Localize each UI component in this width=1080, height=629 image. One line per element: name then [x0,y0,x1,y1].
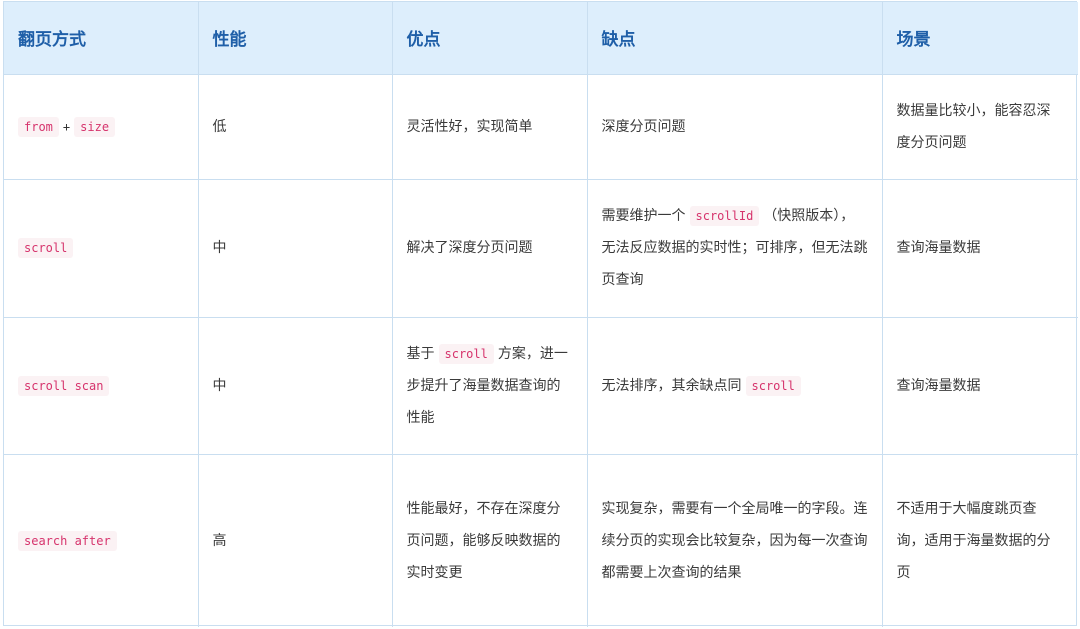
table-row: scroll 中 解决了深度分页问题 需要维护一个 scrollId （快照版本），… [4,178,1078,318]
header-performance: 性能 [197,2,393,75]
cell-scenario: 不适用于大幅度跳页查询，适用于海量数据的分页 [881,453,1078,627]
code-scroll-scan: scroll scan [18,375,110,396]
cell-cons: 需要维护一个 scrollId （快照版本），无法反应数据的实时性；可排序，但无法跳… [586,178,883,318]
plus-sign: + [62,119,71,134]
code-scroll: scroll [438,343,494,364]
cell-cons: 实现复杂，需要有一个全局唯一的字段。连续分页的实现会比较复杂，因为每一次查询都需… [586,453,883,627]
cell-method: scroll scan [4,316,199,455]
cons-text-prefix: 无法排序，其余缺点同 [601,377,742,394]
cell-method: search after [4,453,199,627]
pagination-comparison-table-wrapper: 翻页方式 性能 优点 缺点 场景 from + size 低 灵活性好，实现简单 深… [3,1,1078,627]
cell-method: scroll [4,178,199,318]
cell-pros: 性能最好，不存在深度分页问题，能够反映数据的实时变更 [391,453,588,627]
table-row: search after 高 性能最好，不存在深度分页问题，能够反映数据的实时变… [4,453,1078,627]
code-scroll: scroll [745,375,801,396]
cell-scenario: 查询海量数据 [881,316,1078,455]
cell-scenario: 查询海量数据 [881,178,1078,318]
code-size: size [74,116,116,137]
cell-method: from + size [4,73,199,180]
cell-scenario: 数据量比较小，能容忍深度分页问题 [881,73,1078,180]
pros-text-prefix: 基于 [406,345,435,362]
code-scroll: scroll [18,238,74,258]
header-scenario: 场景 [881,2,1078,75]
cell-performance: 中 [197,316,393,455]
code-from: from [18,116,59,137]
header-cons: 缺点 [586,2,883,75]
code-scrollid: scrollId [689,206,760,226]
header-method: 翻页方式 [4,2,199,75]
header-pros: 优点 [391,2,588,75]
pagination-comparison-table: 翻页方式 性能 优点 缺点 场景 from + size 低 灵活性好，实现简单 深… [4,2,1078,627]
cons-text-prefix: 需要维护一个 [601,208,686,224]
cell-cons: 深度分页问题 [586,73,883,180]
cell-pros: 解决了深度分页问题 [391,178,588,318]
cell-pros: 基于 scroll 方案，进一步提升了海量数据查询的性能 [391,316,588,455]
table-header-row: 翻页方式 性能 优点 缺点 场景 [4,2,1078,75]
cell-performance: 中 [197,178,393,318]
table-row: scroll scan 中 基于 scroll 方案，进一步提升了海量数据查询的性能… [4,316,1078,455]
code-search-after: search after [18,530,117,551]
cell-performance: 高 [197,453,393,627]
cell-cons: 无法排序，其余缺点同 scroll [586,316,883,455]
table-row: from + size 低 灵活性好，实现简单 深度分页问题 数据量比较小，能容忍深… [4,73,1078,180]
cell-pros: 灵活性好，实现简单 [391,73,588,180]
cell-performance: 低 [197,73,393,180]
